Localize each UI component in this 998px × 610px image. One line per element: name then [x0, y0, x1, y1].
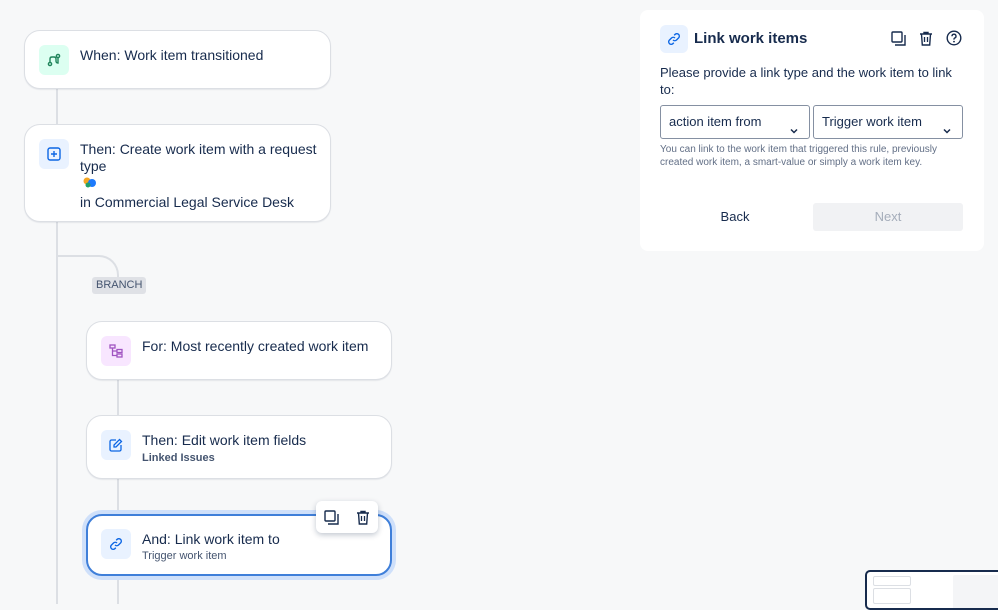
card-toolbar	[316, 501, 378, 533]
branch-badge: BRANCH	[92, 277, 147, 294]
for-each-title: For: Most recently created work item	[142, 338, 369, 354]
create-project: in Commercial Legal Service Desk	[80, 194, 294, 210]
duplicate-icon[interactable]	[324, 509, 339, 525]
panel-prompt: Please provide a link type and the work …	[660, 65, 952, 97]
link-subtitle: Trigger work item	[142, 550, 227, 562]
panel-help-text: You can link to the work item that trigg…	[660, 144, 937, 168]
panel-tools	[890, 30, 962, 46]
minimap-thumbnail[interactable]	[865, 570, 998, 610]
minimap-card	[873, 588, 911, 604]
next-button[interactable]: Next	[813, 203, 963, 231]
create-card[interactable]: Then: Create work item with a request ty…	[24, 124, 331, 222]
panel-title: Link work items	[694, 30, 808, 47]
link-title: And: Link work item to	[142, 531, 280, 547]
create-title-line2: type	[80, 158, 107, 174]
minimap-card	[873, 576, 911, 586]
link-config-panel: Link work items Please provide a link ty…	[640, 10, 984, 251]
target-value: Trigger work item	[822, 114, 922, 129]
back-button[interactable]: Back	[660, 203, 810, 231]
for-each-card[interactable]: For: Most recently created work item	[86, 321, 392, 380]
trigger-card[interactable]: When: Work item transitioned	[24, 30, 331, 89]
duplicate-icon[interactable]	[890, 30, 906, 46]
route-icon	[39, 45, 69, 75]
plus-square-icon	[39, 139, 69, 169]
connector-line	[56, 88, 58, 124]
request-type-icon	[82, 176, 98, 188]
connector-line	[117, 478, 119, 514]
help-icon[interactable]	[946, 30, 962, 46]
connector-line	[117, 575, 119, 604]
create-title-line1: Then: Create work item with a request	[80, 141, 317, 157]
hierarchy-icon	[101, 336, 131, 366]
trash-icon[interactable]	[356, 510, 370, 525]
edit-card[interactable]: Then: Edit work item fields Linked Issue…	[86, 415, 392, 479]
edit-title: Then: Edit work item fields	[142, 432, 307, 448]
link-type-value: action item from	[669, 114, 762, 129]
link-icon	[660, 25, 688, 53]
trash-icon[interactable]	[918, 30, 934, 46]
target-work-item-select[interactable]: Trigger work item	[813, 105, 963, 139]
edit-subtitle: Linked Issues	[142, 452, 215, 464]
edit-icon	[101, 430, 131, 460]
connector-line	[117, 378, 119, 415]
link-icon	[101, 529, 131, 559]
link-type-select[interactable]: action item from	[660, 105, 810, 139]
trigger-title: When: Work item transitioned	[80, 47, 264, 63]
